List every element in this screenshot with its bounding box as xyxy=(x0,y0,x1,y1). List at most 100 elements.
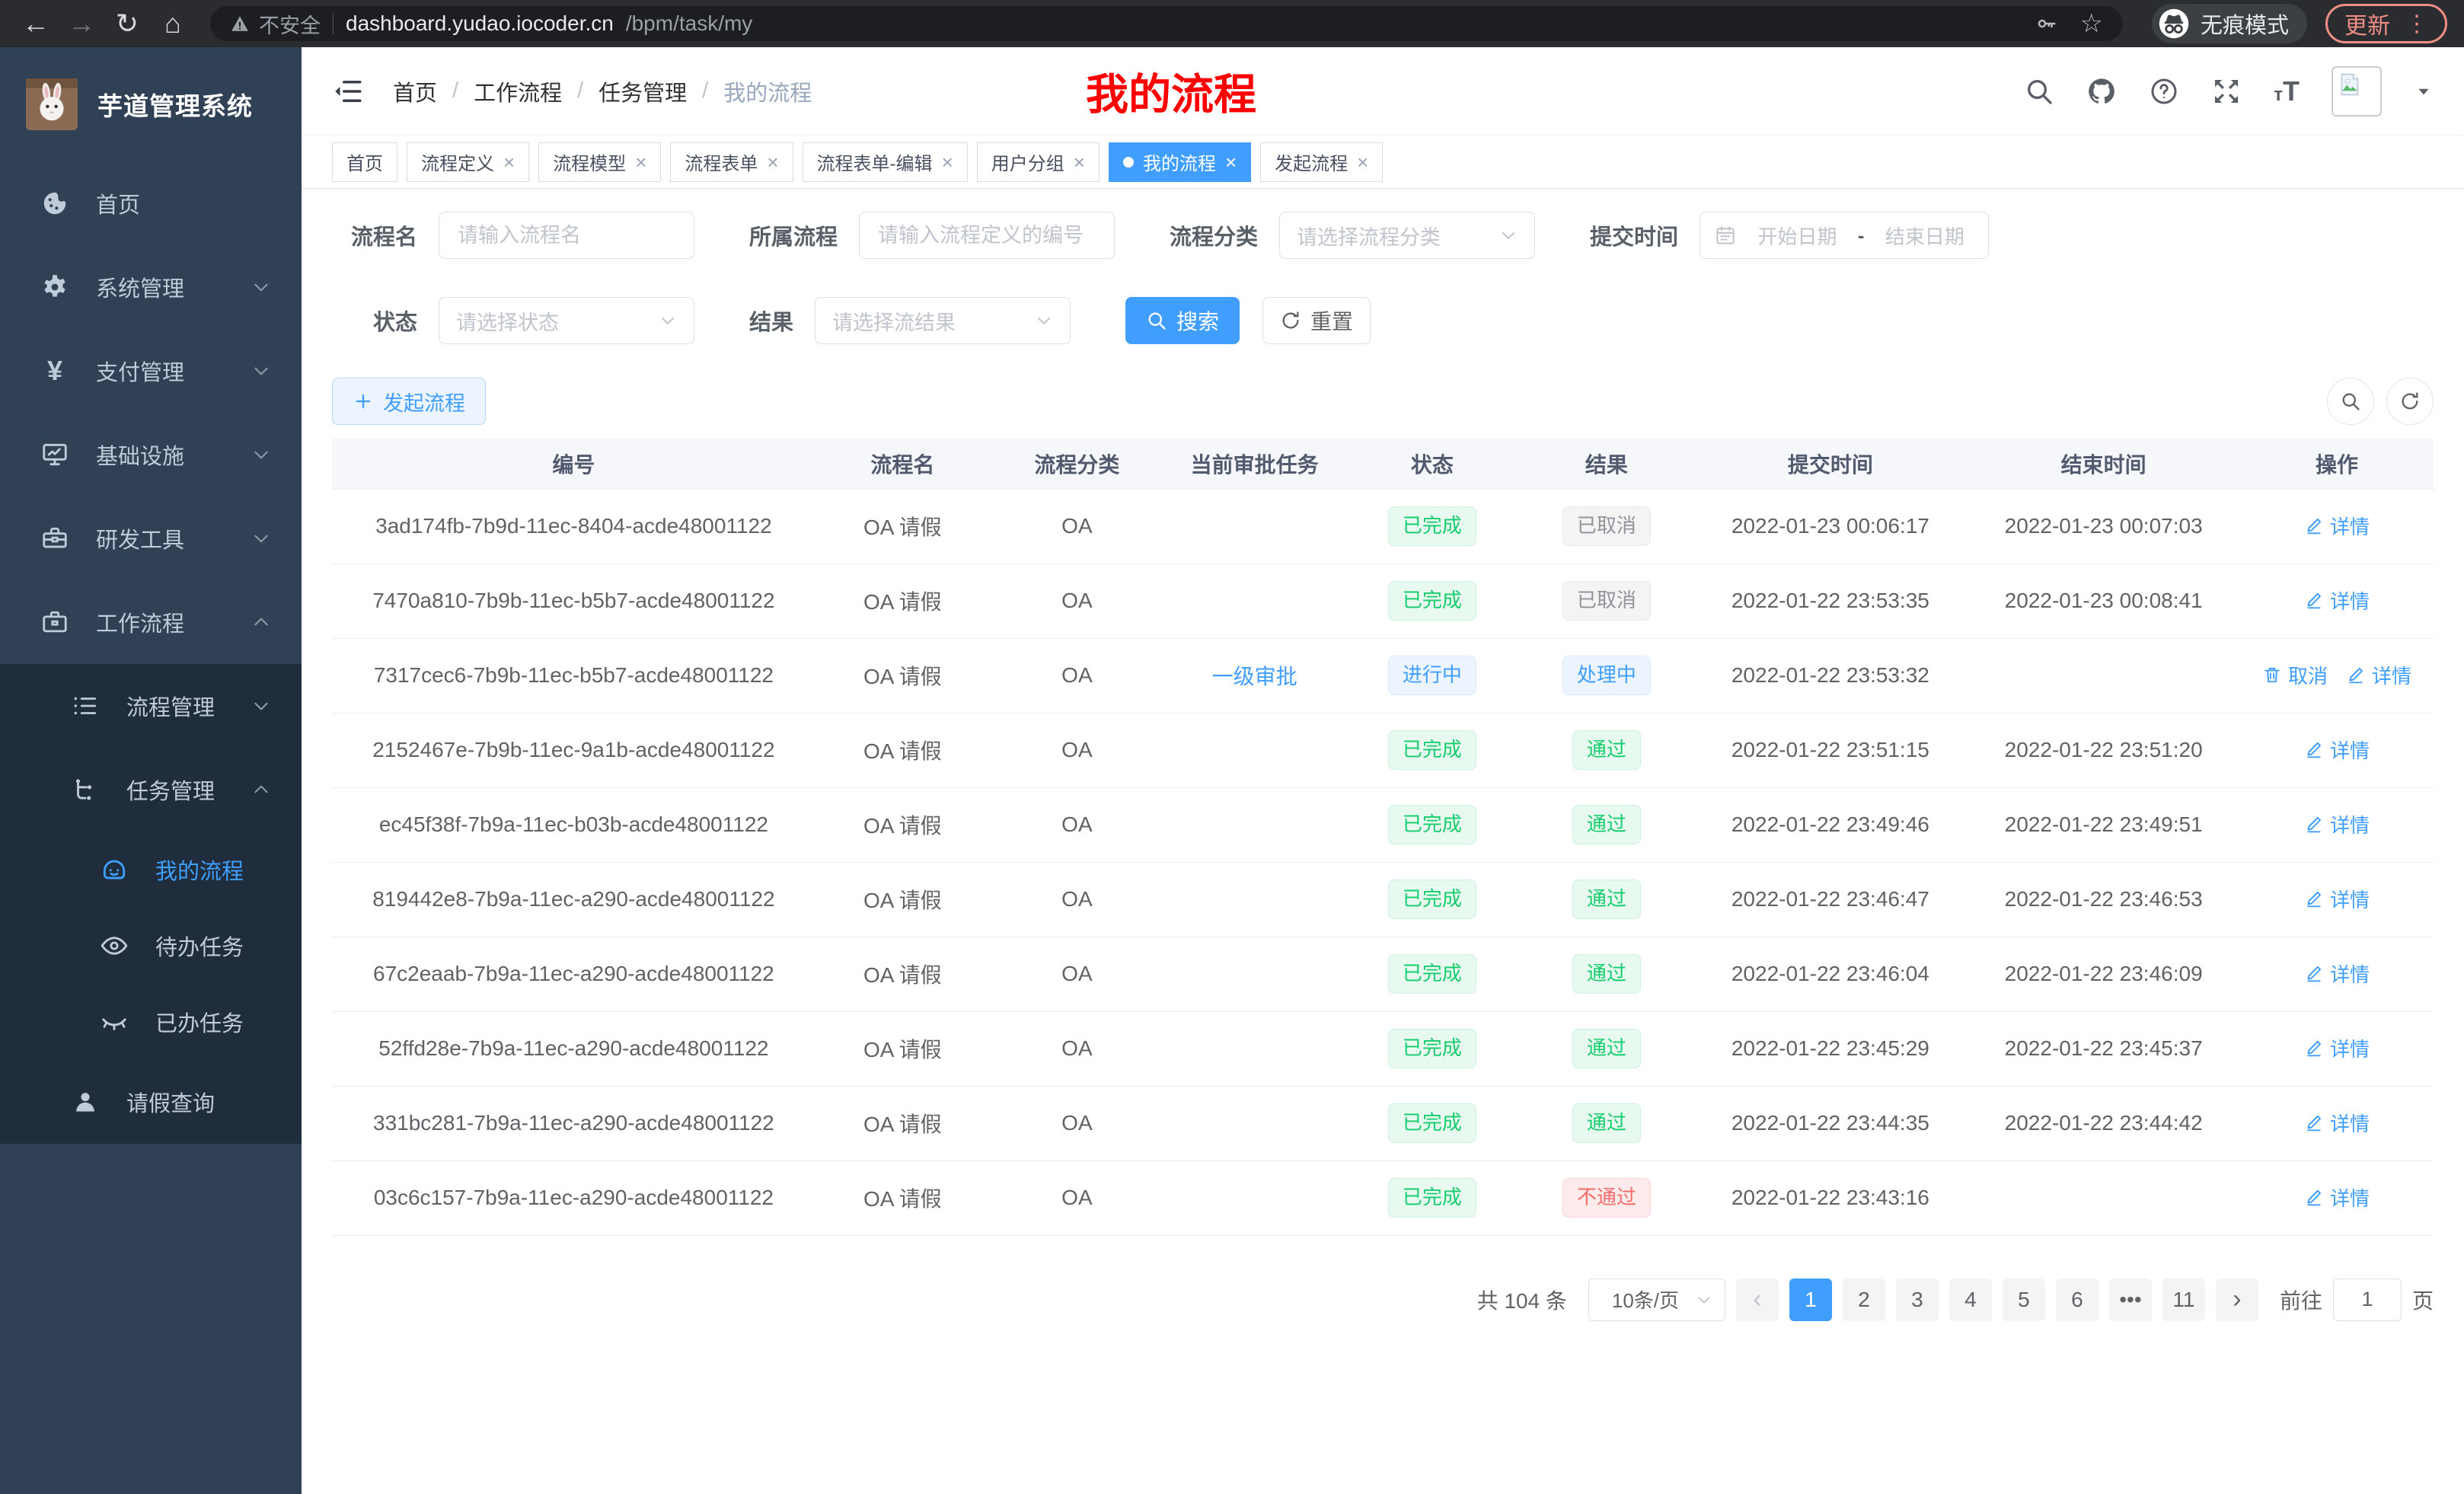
fullscreen-icon[interactable] xyxy=(2211,76,2242,107)
process-id-cell: 331bc281-7b9a-11ec-a290-acde48001122 xyxy=(332,1086,815,1160)
close-tab-icon[interactable]: × xyxy=(942,152,953,172)
tab-流程表单-编辑[interactable]: 流程表单-编辑× xyxy=(803,142,968,182)
edit-icon xyxy=(2304,1187,2324,1207)
browser-home-button[interactable]: ⌂ xyxy=(154,5,192,43)
caret-down-icon[interactable] xyxy=(2414,81,2434,101)
sidebar-item-研发工具[interactable]: 研发工具 xyxy=(0,496,302,580)
breadcrumb-item[interactable]: 工作流程 xyxy=(474,75,562,107)
breadcrumb-item[interactable]: 首页 xyxy=(393,75,437,107)
category-select[interactable]: 请选择流程分类 xyxy=(1279,212,1535,259)
github-icon[interactable] xyxy=(2086,76,2117,107)
status-badge: 已完成 xyxy=(1388,1029,1476,1068)
page-button-11[interactable]: 11 xyxy=(2162,1279,2205,1321)
tab-发起流程[interactable]: 发起流程× xyxy=(1260,142,1383,182)
sidebar-item-我的流程[interactable]: 我的流程 xyxy=(0,832,302,908)
breadcrumb-item[interactable]: 我的流程 xyxy=(723,75,812,107)
process-def-input[interactable] xyxy=(859,212,1115,259)
process-name-input[interactable] xyxy=(439,212,694,259)
page-size-select[interactable]: 10条/页 xyxy=(1588,1279,1725,1321)
result-cell: 不通过 xyxy=(1519,1160,1693,1235)
detail-link[interactable]: 详情 xyxy=(2346,661,2411,689)
detail-link[interactable]: 详情 xyxy=(2304,1183,2370,1211)
close-tab-icon[interactable]: × xyxy=(1225,152,1237,172)
detail-link[interactable]: 详情 xyxy=(2304,736,2370,764)
page-button-5[interactable]: 5 xyxy=(2003,1279,2045,1321)
refresh-table-button[interactable] xyxy=(2386,378,2434,425)
process-category-cell: OA xyxy=(990,638,1164,713)
detail-link[interactable]: 详情 xyxy=(2304,586,2370,615)
close-tab-icon[interactable]: × xyxy=(1074,152,1085,172)
chevron-down-icon xyxy=(251,445,271,464)
browser-back-button[interactable]: ← xyxy=(17,5,55,43)
avatar[interactable] xyxy=(2332,66,2382,117)
sidebar-item-任务管理[interactable]: 任务管理 xyxy=(0,748,302,832)
pager-ellipsis[interactable]: ••• xyxy=(2109,1279,2152,1321)
process-name-cell: OA 请假 xyxy=(815,1086,990,1160)
sidebar-item-系统管理[interactable]: 系统管理 xyxy=(0,245,302,329)
close-tab-icon[interactable]: × xyxy=(1357,152,1368,172)
create-process-button[interactable]: 发起流程 xyxy=(332,378,486,425)
detail-link[interactable]: 详情 xyxy=(2304,1109,2370,1137)
reset-button[interactable]: 重置 xyxy=(1262,297,1371,344)
cancel-link[interactable]: 取消 xyxy=(2262,661,2328,689)
detail-link[interactable]: 详情 xyxy=(2304,810,2370,838)
breadcrumb-item[interactable]: 任务管理 xyxy=(598,75,687,107)
search-button[interactable]: 搜索 xyxy=(1125,297,1240,344)
page-button-4[interactable]: 4 xyxy=(1949,1279,1992,1321)
status-badge: 已完成 xyxy=(1388,1178,1476,1217)
tab-用户分组[interactable]: 用户分组× xyxy=(977,142,1100,182)
browser-menu-icon[interactable]: ⋮ xyxy=(2405,11,2428,37)
prev-page-button[interactable]: ‹ xyxy=(1736,1279,1779,1321)
task-link[interactable]: 一级审批 xyxy=(1212,665,1297,688)
page-button-6[interactable]: 6 xyxy=(2056,1279,2099,1321)
tab-流程定义[interactable]: 流程定义× xyxy=(407,142,529,182)
status-select[interactable]: 请选择状态 xyxy=(439,297,694,344)
url-host: dashboard.yudao.iocoder.cn xyxy=(346,11,614,36)
close-tab-icon[interactable]: × xyxy=(503,152,515,172)
detail-link[interactable]: 详情 xyxy=(2304,512,2370,540)
actions-cell: 详情 xyxy=(2240,1011,2434,1086)
next-page-button[interactable]: › xyxy=(2216,1279,2258,1321)
result-badge: 通过 xyxy=(1572,805,1641,844)
app-logo-row[interactable]: 芋道管理系统 xyxy=(0,47,302,161)
sidebar-item-支付管理[interactable]: ¥支付管理 xyxy=(0,329,302,413)
process-name-cell: OA 请假 xyxy=(815,937,990,1011)
security-status[interactable]: 不安全 xyxy=(230,9,321,39)
page-button-1[interactable]: 1 xyxy=(1789,1279,1832,1321)
address-bar[interactable]: 不安全 dashboard.yudao.iocoder.cn/bpm/task/… xyxy=(210,6,2123,41)
sidebar-item-首页[interactable]: 首页 xyxy=(0,161,302,245)
font-size-icon[interactable]: тT xyxy=(2274,75,2300,107)
collapse-sidebar-icon[interactable] xyxy=(332,75,364,107)
browser-update-button[interactable]: 更新 ⋮ xyxy=(2325,4,2447,43)
sidebar-item-已办任务[interactable]: 已办任务 xyxy=(0,984,302,1060)
help-icon[interactable] xyxy=(2149,76,2179,107)
browser-chrome: ← → ↻ ⌂ 不安全 dashboard.yudao.iocoder.cn/b… xyxy=(0,0,2464,47)
submit-time-range-picker[interactable]: 开始日期 - 结束日期 xyxy=(1700,212,1989,259)
sidebar-item-工作流程[interactable]: 工作流程 xyxy=(0,580,302,664)
page-button-2[interactable]: 2 xyxy=(1843,1279,1885,1321)
detail-link[interactable]: 详情 xyxy=(2304,1034,2370,1062)
tab-流程表单[interactable]: 流程表单× xyxy=(670,142,793,182)
sidebar-item-待办任务[interactable]: 待办任务 xyxy=(0,908,302,984)
search-icon[interactable] xyxy=(2024,76,2054,107)
close-tab-icon[interactable]: × xyxy=(767,152,778,172)
tab-流程模型[interactable]: 流程模型× xyxy=(538,142,661,182)
key-icon[interactable] xyxy=(2035,12,2057,35)
tab-首页[interactable]: 首页 xyxy=(332,142,397,182)
browser-reload-button[interactable]: ↻ xyxy=(108,5,146,43)
table-row: 819442e8-7b9a-11ec-a290-acde48001122OA 请… xyxy=(332,862,2434,937)
current-task-cell: 一级审批 xyxy=(1164,638,1345,713)
detail-link[interactable]: 详情 xyxy=(2304,959,2370,988)
show-search-button[interactable] xyxy=(2327,378,2374,425)
bookmark-star-icon[interactable]: ☆ xyxy=(2080,11,2103,37)
close-tab-icon[interactable]: × xyxy=(635,152,646,172)
page-button-3[interactable]: 3 xyxy=(1896,1279,1939,1321)
tab-我的流程[interactable]: 我的流程× xyxy=(1109,142,1251,182)
sidebar-item-请假查询[interactable]: 请假查询 xyxy=(0,1060,302,1144)
result-select[interactable]: 请选择流结果 xyxy=(815,297,1071,344)
detail-link[interactable]: 详情 xyxy=(2304,885,2370,913)
goto-page-input[interactable] xyxy=(2333,1279,2402,1321)
sidebar-item-流程管理[interactable]: 流程管理 xyxy=(0,664,302,748)
sidebar-item-基础设施[interactable]: 基础设施 xyxy=(0,413,302,496)
browser-forward-button[interactable]: → xyxy=(62,5,101,43)
